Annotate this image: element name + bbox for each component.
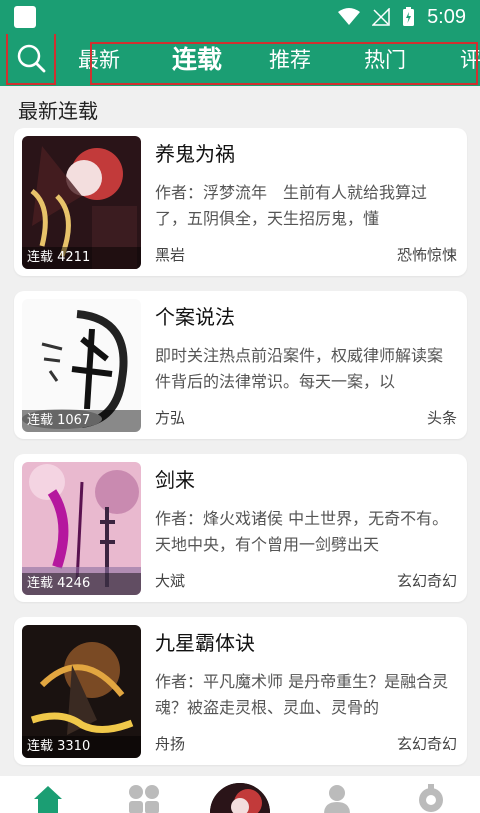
status-icons: 5:09 [338, 6, 466, 29]
status-bar: 5:09 [0, 0, 480, 34]
grid-icon [129, 785, 159, 813]
battery-charging-icon [403, 7, 415, 26]
book-title: 养鬼为祸 [155, 142, 235, 166]
tab-review[interactable]: 评 [460, 34, 480, 86]
tab-hot[interactable]: 热门 [364, 34, 406, 86]
book-cover: 连载 4211 [22, 136, 141, 269]
cover-badge: 连载 1067 [22, 410, 141, 432]
person-icon [324, 785, 350, 813]
book-genre: 恐怖惊悚 [396, 246, 457, 264]
book-genre: 玄幻奇幻 [396, 735, 457, 753]
status-time: 5:09 [427, 5, 466, 28]
book-author: 方弘 [155, 409, 186, 427]
search-button[interactable] [6, 34, 56, 85]
search-icon [17, 44, 46, 73]
book-title: 九星霸体诀 [155, 631, 255, 655]
book-description: 作者：浮梦流年 生前有人就给我算过了，五阴俱全，天生招厉鬼，懂 [155, 183, 428, 228]
book-card[interactable]: 连载 3310 九星霸体诀 作者：平凡魔术师 是丹帝重生？是融合灵魂？被盗走灵根… [14, 617, 467, 765]
tab-recommend[interactable]: 推荐 [269, 34, 311, 86]
nav-category[interactable] [128, 784, 160, 813]
book-genre: 玄幻奇幻 [396, 572, 457, 590]
book-author: 黑岩 [155, 246, 186, 264]
avatar[interactable] [207, 780, 273, 813]
book-title: 剑来 [155, 468, 195, 492]
bottom-nav [0, 776, 480, 813]
book-title: 个案说法 [155, 305, 235, 329]
nav-home[interactable] [32, 784, 64, 813]
book-card[interactable]: 连载 4246 剑来 作者：烽火戏诸侯 中土世界，无奇不有。天地中央，有个曾用一… [14, 454, 467, 602]
tab-latest[interactable]: 最新 [78, 34, 120, 86]
cover-badge: 连载 4246 [22, 573, 141, 595]
book-card[interactable]: 连载 4211 养鬼为祸 作者：浮梦流年 生前有人就给我算过了，五阴俱全，天生招… [14, 128, 467, 276]
home-icon [34, 786, 62, 813]
nav-settings[interactable] [415, 784, 447, 813]
book-author: 大斌 [155, 572, 186, 590]
book-author: 舟扬 [155, 735, 186, 753]
app-notification-icon [14, 6, 36, 28]
top-nav: 最新 连载 推荐 热门 评 [0, 34, 480, 86]
section-title: 最新连载 [18, 99, 98, 123]
book-card[interactable]: 连载 1067 个案说法 即时关注热点前沿案件，权威律师解读案件背后的法律常识。… [14, 291, 467, 439]
wifi-icon [338, 8, 361, 25]
book-description: 即时关注热点前沿案件，权威律师解读案件背后的法律常识。每天一案，以 [155, 346, 444, 391]
book-cover: 连载 4246 [22, 462, 141, 595]
book-description: 作者：烽火戏诸侯 中土世界，无奇不有。天地中央，有个曾用一剑劈出天 [155, 509, 449, 554]
no-signal-icon [372, 8, 390, 26]
cover-badge: 连载 3310 [22, 736, 141, 758]
book-description: 作者：平凡魔术师 是丹帝重生？是融合灵魂？被盗走灵根、灵血、灵骨的 [155, 672, 449, 717]
tab-serial[interactable]: 连载 [172, 34, 222, 86]
book-cover: 连载 3310 [22, 625, 141, 758]
book-cover: 连载 1067 [22, 299, 141, 432]
book-genre: 头条 [426, 409, 457, 427]
nav-profile[interactable] [322, 784, 352, 813]
settings-icon [419, 784, 443, 812]
cover-badge: 连载 4211 [22, 247, 141, 269]
